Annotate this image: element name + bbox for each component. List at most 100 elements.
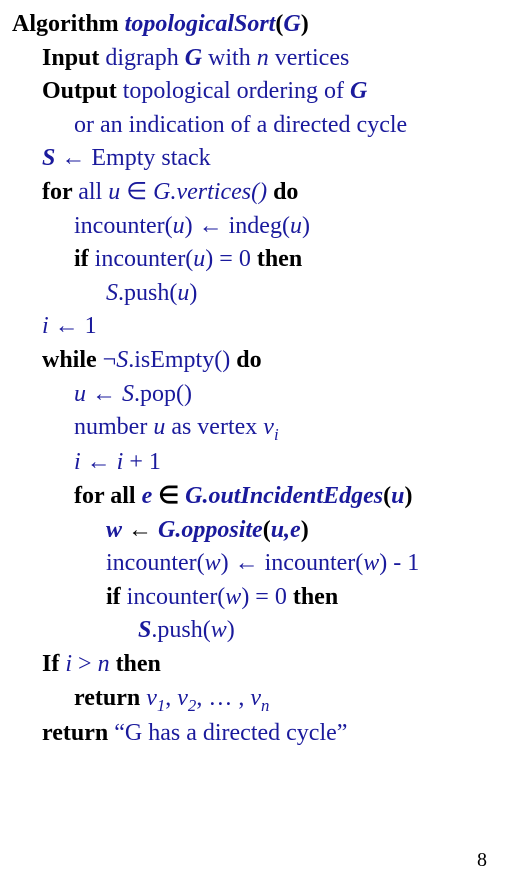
input-g: G [185,45,202,71]
line-output-2: or an indication of a directed cycle [12,109,501,143]
sub1: 1 [157,695,165,714]
push-close-2: ) [227,617,235,643]
in-symbol: ∈ [120,179,153,205]
input-text-2: with [202,45,257,71]
keyword-return-1: return [74,685,146,711]
keyword-if: if [74,246,95,272]
output-g: G [350,78,367,104]
var-s: S [42,145,55,171]
input-text-1: digraph [105,45,184,71]
u-1: u [173,213,185,239]
line-incounter-dec: incounter(w) ← incounter(w) - 1 [12,547,501,581]
comma1: , [165,685,177,711]
for-all: all [78,179,108,205]
eq-zero: ) = 0 [205,246,257,272]
i-3: i [65,651,72,677]
assign-indeg: ) ← indeg( [185,213,290,239]
var-s-2: S [106,280,118,306]
keyword-if-2: if [106,584,127,610]
line-for-edges: for all e ∈ G.outIncidentEdges(u) [12,480,501,514]
i-1: i [74,449,81,475]
line-i-inc: i ← i + 1 [12,446,501,480]
input-text-3: vertices [269,45,350,71]
keyword-input: Input [42,45,105,71]
g-vertices: G.vertices() [153,179,267,205]
line-opposite: w ← G.opposite(u,e) [12,514,501,548]
u-4: u [177,280,189,306]
line-i-init: i ← 1 [12,310,501,344]
vn: v [250,685,261,711]
comma2: , … , [196,685,250,711]
keyword-return-2: return [42,720,114,746]
algo-name: topologicalSort [125,11,276,37]
u-6: u [153,414,165,440]
isempty: .isEmpty() [128,347,236,373]
incounter-4: incounter( [127,584,226,610]
paren-close-3: ) [301,517,309,543]
arrow-3: ← [81,449,117,475]
g-out-edges: G.outIncidentEdges [185,483,383,509]
gt-symbol: > [72,651,98,677]
input-n: n [257,45,269,71]
paren-close-2: ) [405,483,413,509]
line-incounter-init: incounter(u) ← indeg(u) [12,210,501,244]
line-push-w: S.push(w) [12,614,501,648]
arrow: ← [55,145,91,171]
line-return-cycle: return “G has a directed cycle” [12,717,501,751]
line-input: Input digraph G with n vertices [12,42,501,76]
u-7: u [391,483,404,509]
number-text: number [74,414,153,440]
args-ue: u,e [271,517,301,543]
n-2: n [98,651,110,677]
var-e: e [142,483,153,509]
line-if-zero-2: if incounter(w) = 0 then [12,581,501,615]
keyword-then: then [257,246,302,272]
g-opposite: G.opposite [158,517,263,543]
line-while: while ¬S.isEmpty() do [12,344,501,378]
eq-zero-2: ) = 0 [241,584,293,610]
page-number: 8 [477,846,487,874]
plus-1: + 1 [123,449,161,475]
u-5: u [74,381,86,407]
var-u: u [108,179,120,205]
var-s-5: S [138,617,151,643]
paren-close: ) [301,11,309,37]
keyword-algorithm: Algorithm [12,11,125,37]
line-if-final: If i > n then [12,648,501,682]
close-paren: ) [302,213,310,239]
keyword-output: Output [42,78,123,104]
arg-g: G [283,11,300,37]
line-pop: u ← S.pop() [12,378,501,412]
var-i: i [42,313,49,339]
pop: .pop() [134,381,192,407]
push-open-2: .push( [151,617,210,643]
incounter-3: incounter( [106,550,205,576]
algorithm-block: Algorithm topologicalSort ( G) Input digra… [12,8,501,880]
keyword-for: for [42,179,78,205]
var-s-3: S [116,347,128,373]
var-w: w [106,517,122,543]
assign-dec: ) ← incounter( [221,550,364,576]
keyword-then-2: then [293,584,338,610]
var-s-4: S [122,381,134,407]
output-text-2: or an indication of a directed cycle [74,112,407,138]
in-symbol-2: ∈ [152,483,185,509]
v2: v [177,685,188,711]
keyword-for-2: for [74,483,110,509]
output-text: topological ordering of [123,78,350,104]
line-s-init: S ← Empty stack [12,142,501,176]
keyword-then-3: then [110,651,161,677]
line-if-zero-1: if incounter(u) = 0 then [12,243,501,277]
w-1: w [205,550,221,576]
incounter-1: incounter( [74,213,173,239]
subn: n [261,695,269,714]
u-2: u [290,213,302,239]
v1: v [146,685,157,711]
push-open: .push( [118,280,177,306]
for-all-2: all [110,483,141,509]
line-for-vertices: for all u ∈ G.vertices() do [12,176,501,210]
arrow-4: ← [122,517,158,543]
neg-symbol: ¬ [103,347,117,373]
sub-i: i [274,425,279,444]
paren-open-3: ( [263,517,271,543]
